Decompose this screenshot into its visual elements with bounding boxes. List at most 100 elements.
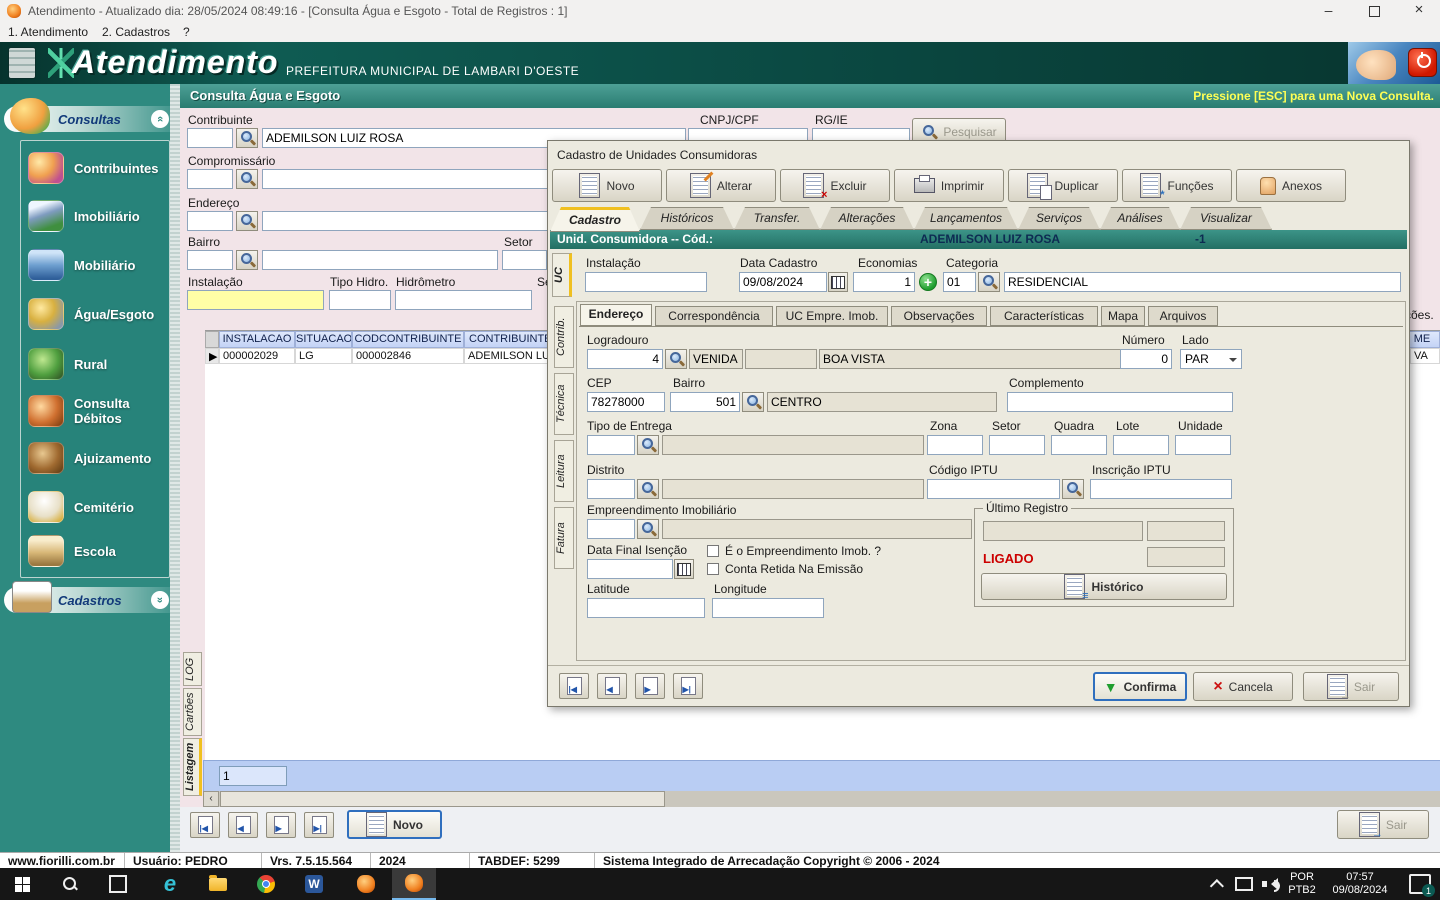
economias-input[interactable]: [853, 272, 915, 292]
sair-button-main[interactable]: → Sair: [1337, 810, 1429, 840]
cep-input[interactable]: [587, 392, 665, 412]
categoria-code-input[interactable]: [943, 272, 976, 292]
inner-tab-arquivos[interactable]: Arquivos: [1148, 306, 1218, 326]
hidrometro-input[interactable]: [395, 290, 532, 310]
endereco-code-input[interactable]: [187, 211, 233, 231]
confirma-button[interactable]: ▼ Confirma: [1093, 672, 1187, 701]
unidade-input[interactable]: [1175, 435, 1231, 455]
empreendimento-input[interactable]: [587, 519, 635, 539]
first-record-button[interactable]: |◀: [190, 812, 220, 838]
lote-input[interactable]: [1113, 435, 1169, 455]
scroll-left-arrow[interactable]: ‹: [203, 791, 219, 807]
bairro-code-input[interactable]: [187, 250, 233, 270]
sidebar-item-imobiliario[interactable]: Imobiliário: [28, 196, 178, 236]
cell-instalacao[interactable]: 000002029: [219, 348, 295, 364]
next-record-button[interactable]: ▶: [266, 812, 296, 838]
dlg-first-record-button[interactable]: |◀: [559, 673, 589, 699]
codigo-iptu-search-button[interactable]: [1062, 479, 1084, 499]
tray-network-icon[interactable]: [1230, 868, 1258, 900]
compromissario-search-button[interactable]: [236, 169, 258, 189]
longitude-input[interactable]: [712, 598, 824, 618]
dlg-sair-button[interactable]: → Sair: [1303, 672, 1399, 702]
tab-cartoes[interactable]: Cartões: [183, 688, 202, 736]
tab-cadastro[interactable]: Cadastro: [550, 207, 640, 232]
last-record-button[interactable]: ▶|: [304, 812, 334, 838]
zona-input[interactable]: [927, 435, 983, 455]
calendar-icon[interactable]: [674, 559, 694, 579]
quadra-input[interactable]: [1051, 435, 1107, 455]
tab-alteracoes[interactable]: Alterações: [820, 207, 914, 230]
setor-input[interactable]: [502, 250, 547, 270]
novo-button[interactable]: Novo: [347, 810, 442, 839]
lado-select[interactable]: PAR: [1180, 349, 1242, 369]
task-view-button[interactable]: [96, 868, 140, 900]
empreendimento-search-button[interactable]: [637, 519, 659, 539]
notification-center-button[interactable]: 1: [1400, 868, 1440, 900]
sidebar-item-ajuizamento[interactable]: Ajuizamento: [28, 438, 178, 478]
logradouro-search-button[interactable]: [665, 349, 687, 369]
tab-transfer[interactable]: Transfer.: [734, 207, 820, 230]
dlg-prev-record-button[interactable]: ◀: [597, 673, 627, 699]
menu-atendimento[interactable]: 1. Atendimento: [8, 25, 88, 39]
record-number-input[interactable]: [219, 766, 287, 786]
sidebar-group-cadastros[interactable]: Cadastros «: [4, 581, 174, 613]
tray-language[interactable]: POR PTB2: [1284, 871, 1320, 897]
app-icon-1[interactable]: [344, 868, 388, 900]
tab-servicos[interactable]: Serviços: [1018, 207, 1100, 230]
side-tab-uc[interactable]: UC: [552, 253, 572, 297]
instalacao-input[interactable]: [187, 290, 324, 310]
tab-visualizar[interactable]: Visualizar: [1180, 207, 1272, 230]
toolbar-novo-button[interactable]: Novo: [552, 169, 662, 202]
bairro-name-input[interactable]: [262, 250, 498, 270]
inner-tab-mapa[interactable]: Mapa: [1101, 306, 1145, 326]
minimize-button[interactable]: –: [1306, 0, 1351, 22]
tab-lancamentos[interactable]: Lançamentos: [914, 207, 1018, 230]
compromissario-code-input[interactable]: [187, 169, 233, 189]
add-economia-icon[interactable]: +: [919, 273, 937, 291]
inscricao-iptu-input[interactable]: [1090, 479, 1232, 499]
inner-tab-endereco[interactable]: Endereço: [580, 304, 652, 326]
tab-historicos[interactable]: Históricos: [640, 207, 734, 230]
start-button[interactable]: [0, 868, 44, 900]
tray-clock[interactable]: 07:57 09/08/2024: [1322, 871, 1398, 897]
dlg-last-record-button[interactable]: ▶|: [673, 673, 703, 699]
chevron-up-icon[interactable]: «: [151, 110, 169, 128]
cell-codcontribuinte[interactable]: 000002846: [352, 348, 464, 364]
distrito-input[interactable]: [587, 479, 635, 499]
sidebar-item-mobiliario[interactable]: Mobiliário: [28, 245, 178, 285]
sidebar-item-escola[interactable]: Escola: [28, 531, 178, 571]
data-final-input[interactable]: [587, 559, 673, 579]
endereco-search-button[interactable]: [236, 211, 258, 231]
tipo-entrega-search-button[interactable]: [637, 435, 659, 455]
historico-button[interactable]: ≡ Histórico: [981, 573, 1227, 602]
tipo-hidro-input[interactable]: [329, 290, 391, 310]
menu-help[interactable]: ?: [183, 25, 190, 39]
maximize-button[interactable]: [1352, 0, 1397, 22]
inner-tab-observacoes[interactable]: Observações: [891, 306, 987, 326]
toolbar-duplicar-button[interactable]: Duplicar: [1008, 169, 1118, 202]
numero-input[interactable]: [1120, 349, 1172, 369]
tray-volume-icon[interactable]: [1256, 868, 1284, 900]
sidebar-group-consultas[interactable]: Consultas «: [4, 98, 174, 134]
codigo-iptu-input[interactable]: [927, 479, 1060, 499]
tray-chevron-up-icon[interactable]: [1205, 868, 1233, 900]
table-header-instalacao[interactable]: INSTALACAO: [219, 331, 295, 348]
latitude-input[interactable]: [587, 598, 705, 618]
toolbar-alterar-button[interactable]: Alterar: [666, 169, 776, 202]
distrito-search-button[interactable]: [637, 479, 659, 499]
contribuinte-search-button[interactable]: [236, 128, 258, 148]
dlg-bairro-code-input[interactable]: [670, 392, 740, 412]
toolbar-funcoes-button[interactable]: * Funções: [1122, 169, 1232, 202]
categoria-search-button[interactable]: [978, 272, 1000, 292]
sidebar-item-rural[interactable]: Rural: [28, 344, 178, 384]
side-tab-fatura[interactable]: Fatura: [554, 507, 574, 569]
chevron-down-icon[interactable]: «: [151, 591, 169, 609]
contribuinte-code-input[interactable]: [187, 128, 233, 148]
conta-retida-checkbox[interactable]: [707, 563, 719, 575]
dlg-setor-input[interactable]: [989, 435, 1045, 455]
edge-icon[interactable]: e: [148, 868, 192, 900]
sidebar-item-contribuintes[interactable]: Contribuintes: [28, 148, 178, 188]
sidebar-item-cemiterio[interactable]: Cemitério: [28, 487, 178, 527]
tipo-entrega-input[interactable]: [587, 435, 635, 455]
toolbar-imprimir-button[interactable]: Imprimir: [894, 169, 1004, 202]
